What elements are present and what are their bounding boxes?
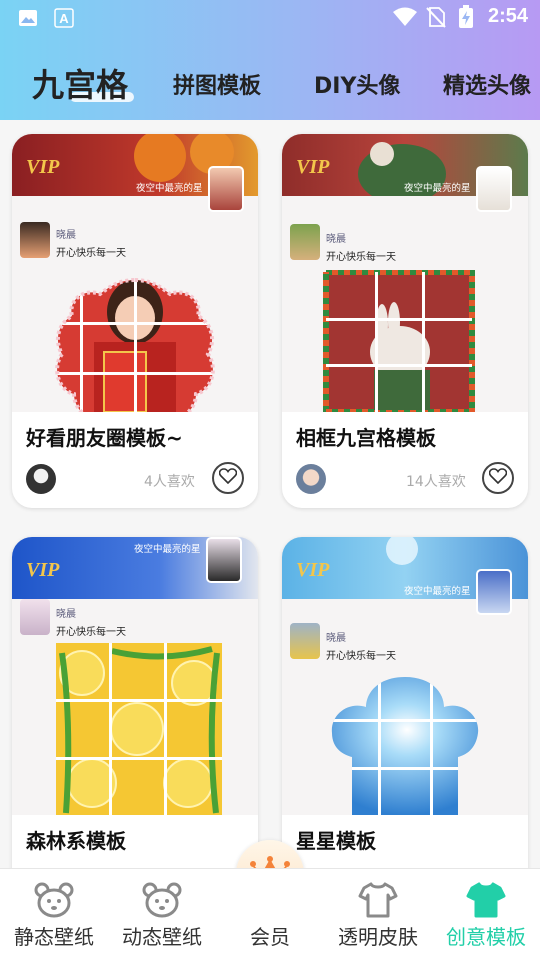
grid-photo — [55, 277, 215, 412]
nav-static-wallpaper[interactable]: 静态壁纸 — [0, 869, 108, 960]
favorite-button[interactable] — [212, 462, 244, 494]
avatar — [20, 599, 50, 635]
template-card[interactable]: VIP 夜空中最亮的星 晓晨 开心快乐每一天 好看朋友圈模板~ 4人喜欢 — [12, 134, 258, 508]
nav-dynamic-wallpaper[interactable]: 动态壁纸 — [108, 869, 216, 960]
tshirt-outline-icon — [358, 881, 398, 923]
template-card[interactable]: VIP 夜空中最亮的星 晓晨 开心快乐每一天 森林系模板 — [12, 537, 258, 911]
wifi-icon — [392, 6, 418, 32]
template-title: 相框九宫格模板 — [296, 426, 436, 450]
template-title: 好看朋友圈模板~ — [26, 426, 183, 450]
like-count: 4人喜欢 — [144, 474, 195, 490]
user-signature: 开心快乐每一天 — [326, 252, 396, 263]
no-sim-icon — [426, 6, 446, 32]
vip-badge: VIP — [296, 559, 330, 581]
user-signature: 开心快乐每一天 — [56, 248, 126, 259]
avatar — [476, 166, 512, 212]
text-a-icon: A — [54, 8, 74, 32]
nav-creative-template[interactable]: 创意模板 — [432, 869, 540, 960]
tab-puzzle-template[interactable]: 拼图模板 — [173, 68, 261, 100]
bottom-nav: 静态壁纸 动态壁纸 会员 透明皮肤 创意模板 — [0, 868, 540, 960]
user-name: 晓晨 — [56, 230, 76, 241]
template-preview: VIP 夜空中最亮的星 晓晨 开心快乐每一天 — [282, 134, 528, 412]
user-name: 晓晨 — [326, 234, 346, 245]
avatar — [208, 166, 244, 212]
bear-icon — [34, 881, 74, 923]
like-count: 14人喜欢 — [406, 474, 466, 490]
template-title: 森林系模板 — [26, 829, 126, 853]
preview-banner: VIP 夜空中最亮的星 — [282, 537, 528, 615]
preview-banner: VIP 夜空中最亮的星 — [12, 134, 258, 212]
avatar — [296, 464, 326, 494]
favorite-button[interactable] — [482, 462, 514, 494]
nav-label: 创意模板 — [446, 925, 526, 949]
preview-banner: VIP 夜空中最亮的星 — [12, 537, 258, 599]
nav-label: 会员 — [250, 925, 290, 949]
clock: 2:54 — [487, 5, 528, 27]
tshirt-filled-icon — [466, 881, 506, 923]
avatar — [476, 569, 512, 615]
tab-bar: 九宫格 拼图模板 DIY头像 精选头像 — [0, 58, 540, 108]
tab-diy-avatar[interactable]: DIY头像 — [314, 68, 400, 100]
nav-label: 透明皮肤 — [338, 925, 418, 949]
avatar — [290, 623, 320, 659]
vip-badge: VIP — [296, 156, 330, 178]
nav-label: 静态壁纸 — [14, 925, 94, 949]
template-card[interactable]: VIP 夜空中最亮的星 晓晨 开心快乐每一天 星星模板 — [282, 537, 528, 911]
template-preview: VIP 夜空中最亮的星 晓晨 开心快乐每一天 — [12, 134, 258, 412]
grid-photo — [323, 270, 475, 412]
grid-photo — [56, 643, 222, 815]
nav-label: 动态壁纸 — [122, 925, 202, 949]
heart-icon — [218, 468, 238, 488]
user-signature: 开心快乐每一天 — [56, 627, 126, 638]
heart-icon — [488, 468, 508, 488]
avatar — [20, 222, 50, 258]
vip-badge: VIP — [26, 156, 60, 178]
preview-banner: VIP 夜空中最亮的星 — [282, 134, 528, 212]
banner-text: 夜空中最亮的星 — [136, 183, 203, 194]
template-card[interactable]: VIP 夜空中最亮的星 晓晨 开心快乐每一天 相框九宫格模板 14人喜欢 — [282, 134, 528, 508]
tab-featured-avatar[interactable]: 精选头像 — [443, 68, 531, 100]
battery-charging-icon — [458, 5, 474, 33]
avatar — [290, 224, 320, 260]
template-preview: VIP 夜空中最亮的星 晓晨 开心快乐每一天 — [282, 537, 528, 815]
user-name: 晓晨 — [56, 609, 76, 620]
vip-badge: VIP — [26, 559, 60, 581]
tab-nine-grid[interactable]: 九宫格 — [32, 60, 128, 106]
banner-text: 夜空中最亮的星 — [134, 544, 201, 555]
nav-transparent-skin[interactable]: 透明皮肤 — [324, 869, 432, 960]
avatar — [26, 464, 56, 494]
status-bar: A 2:54 — [0, 0, 540, 36]
grid-photo — [331, 677, 479, 815]
template-preview: VIP 夜空中最亮的星 晓晨 开心快乐每一天 — [12, 537, 258, 815]
svg-text:A: A — [59, 11, 69, 26]
user-name: 晓晨 — [326, 633, 346, 644]
user-signature: 开心快乐每一天 — [326, 651, 396, 662]
header: A 2:54 九宫格 拼图模板 DIY头像 精选头像 — [0, 0, 540, 120]
image-icon — [18, 8, 38, 32]
banner-text: 夜空中最亮的星 — [404, 183, 471, 194]
bear-icon — [142, 881, 182, 923]
template-title: 星星模板 — [296, 829, 376, 853]
banner-text: 夜空中最亮的星 — [404, 586, 471, 597]
avatar — [206, 537, 242, 583]
nav-vip[interactable]: 会员 — [216, 869, 324, 960]
